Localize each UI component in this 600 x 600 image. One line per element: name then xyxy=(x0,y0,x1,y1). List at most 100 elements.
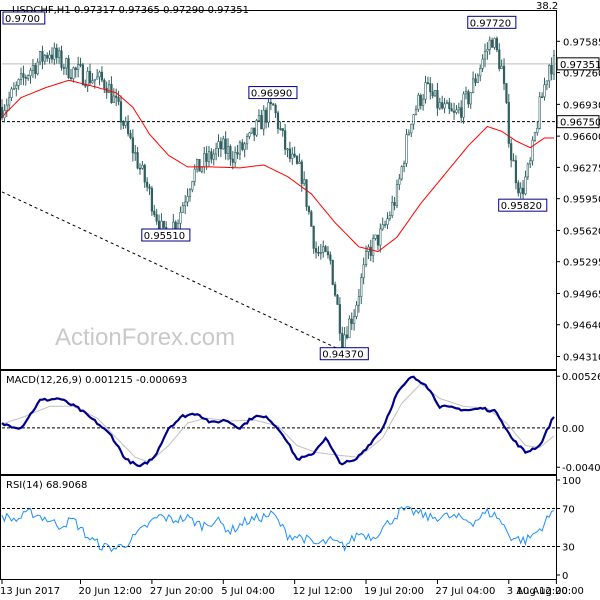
candle-body xyxy=(398,178,401,185)
candle-body xyxy=(336,294,339,305)
candle-body xyxy=(355,304,358,317)
candle-body xyxy=(117,97,120,102)
candle-body xyxy=(386,218,389,225)
candle-body xyxy=(405,134,408,164)
candle-body xyxy=(115,95,118,98)
candle-body xyxy=(191,181,194,191)
price-tick-label: 0.95295 xyxy=(563,258,600,269)
candle-body xyxy=(498,49,501,69)
candle-body xyxy=(143,164,146,183)
candle-body xyxy=(483,50,487,60)
candle-body xyxy=(345,334,349,339)
candle-body xyxy=(217,141,220,149)
candle-body xyxy=(205,153,208,162)
candle-body xyxy=(31,65,35,71)
rsi-label: RSI(14) 68.9068 xyxy=(6,480,87,491)
macd-main-line xyxy=(1,375,555,468)
candle-body xyxy=(88,71,92,84)
candle-body xyxy=(8,97,11,106)
candle-body xyxy=(512,159,515,162)
candle-body xyxy=(253,127,256,136)
candle-body xyxy=(514,160,518,184)
ohlc-header: 0.97317 0.97365 0.97290 0.97351 xyxy=(74,5,249,16)
macd-axis: 0.005266 0.00 -0.004011 xyxy=(556,372,600,474)
price-annotation-label: 0.97720 xyxy=(470,18,511,29)
candle-body xyxy=(10,88,13,98)
rsi-line xyxy=(1,506,555,553)
time-tick-label: 27 Jun 20:00 xyxy=(150,586,214,597)
candle-body xyxy=(200,166,203,172)
candle-body xyxy=(5,104,8,111)
candle-body xyxy=(69,77,73,79)
candle-body xyxy=(150,188,153,212)
candle-body xyxy=(331,259,334,285)
candle-body xyxy=(36,61,39,75)
price-annotation-label: 0.95820 xyxy=(501,201,542,212)
candle-body xyxy=(98,71,101,78)
candle-body xyxy=(495,38,498,51)
candle-body xyxy=(400,166,403,180)
candle-body xyxy=(450,108,453,112)
candle-body xyxy=(229,146,232,160)
candle-body xyxy=(24,77,27,79)
candle-body xyxy=(362,264,365,278)
candle-body xyxy=(279,128,282,130)
candle-body xyxy=(353,316,356,324)
time-tick-label: 19 Jul 20:00 xyxy=(364,586,424,597)
candle-body xyxy=(438,102,441,109)
macd-label: MACD(12,26,9) 0.001215 -0.000693 xyxy=(6,375,187,386)
candle-body xyxy=(414,108,418,115)
candle-body xyxy=(255,120,258,136)
price-tick-label: 0.95620 xyxy=(563,226,600,237)
candle-body xyxy=(74,67,77,70)
candle-body xyxy=(469,92,472,105)
candle-body xyxy=(34,65,37,75)
candle-body xyxy=(193,168,196,182)
candle-body xyxy=(548,64,551,82)
candle-body xyxy=(488,39,491,50)
candle-body xyxy=(326,251,330,256)
time-tick-label: 10 Aug 20:00 xyxy=(516,586,583,597)
candle-body xyxy=(476,75,479,83)
candle-body xyxy=(19,73,23,80)
candle-body xyxy=(424,82,427,100)
candle-body xyxy=(93,78,96,82)
candle-body xyxy=(388,215,391,220)
candle-body xyxy=(131,137,134,154)
candle-body xyxy=(272,103,275,106)
price-panel-frame xyxy=(0,10,557,370)
candle-body xyxy=(524,176,527,195)
candle-body xyxy=(203,153,206,168)
candle-body xyxy=(305,179,308,207)
candle-body xyxy=(288,148,291,159)
candle-body xyxy=(146,181,149,188)
candle-body xyxy=(53,47,56,60)
candle-body xyxy=(286,148,289,151)
candle-body xyxy=(486,49,489,52)
rsi-line xyxy=(1,506,556,553)
candle-body xyxy=(303,179,306,184)
candle-body xyxy=(407,132,410,135)
current-price-label: 0.97351 xyxy=(560,60,600,71)
candle-body xyxy=(481,58,484,69)
candle-body xyxy=(188,189,192,197)
candle-body xyxy=(426,82,429,84)
candle-body xyxy=(491,39,494,48)
candle-body xyxy=(148,186,151,189)
candle-body xyxy=(153,210,156,215)
candle-body xyxy=(543,84,546,98)
candle-body xyxy=(176,223,180,230)
candle-body xyxy=(348,318,351,339)
candle-body xyxy=(460,107,463,118)
candle-body xyxy=(48,54,51,59)
candle-body xyxy=(452,110,456,113)
candle-body xyxy=(295,156,299,164)
candle-body xyxy=(417,94,420,110)
candle-body xyxy=(502,65,506,84)
candle-body xyxy=(103,79,106,89)
candle-body xyxy=(474,78,477,83)
candle-body xyxy=(58,50,61,58)
candle-body xyxy=(250,127,253,134)
candle-body xyxy=(219,141,222,150)
macd-tick-label: 0.005266 xyxy=(562,372,600,383)
